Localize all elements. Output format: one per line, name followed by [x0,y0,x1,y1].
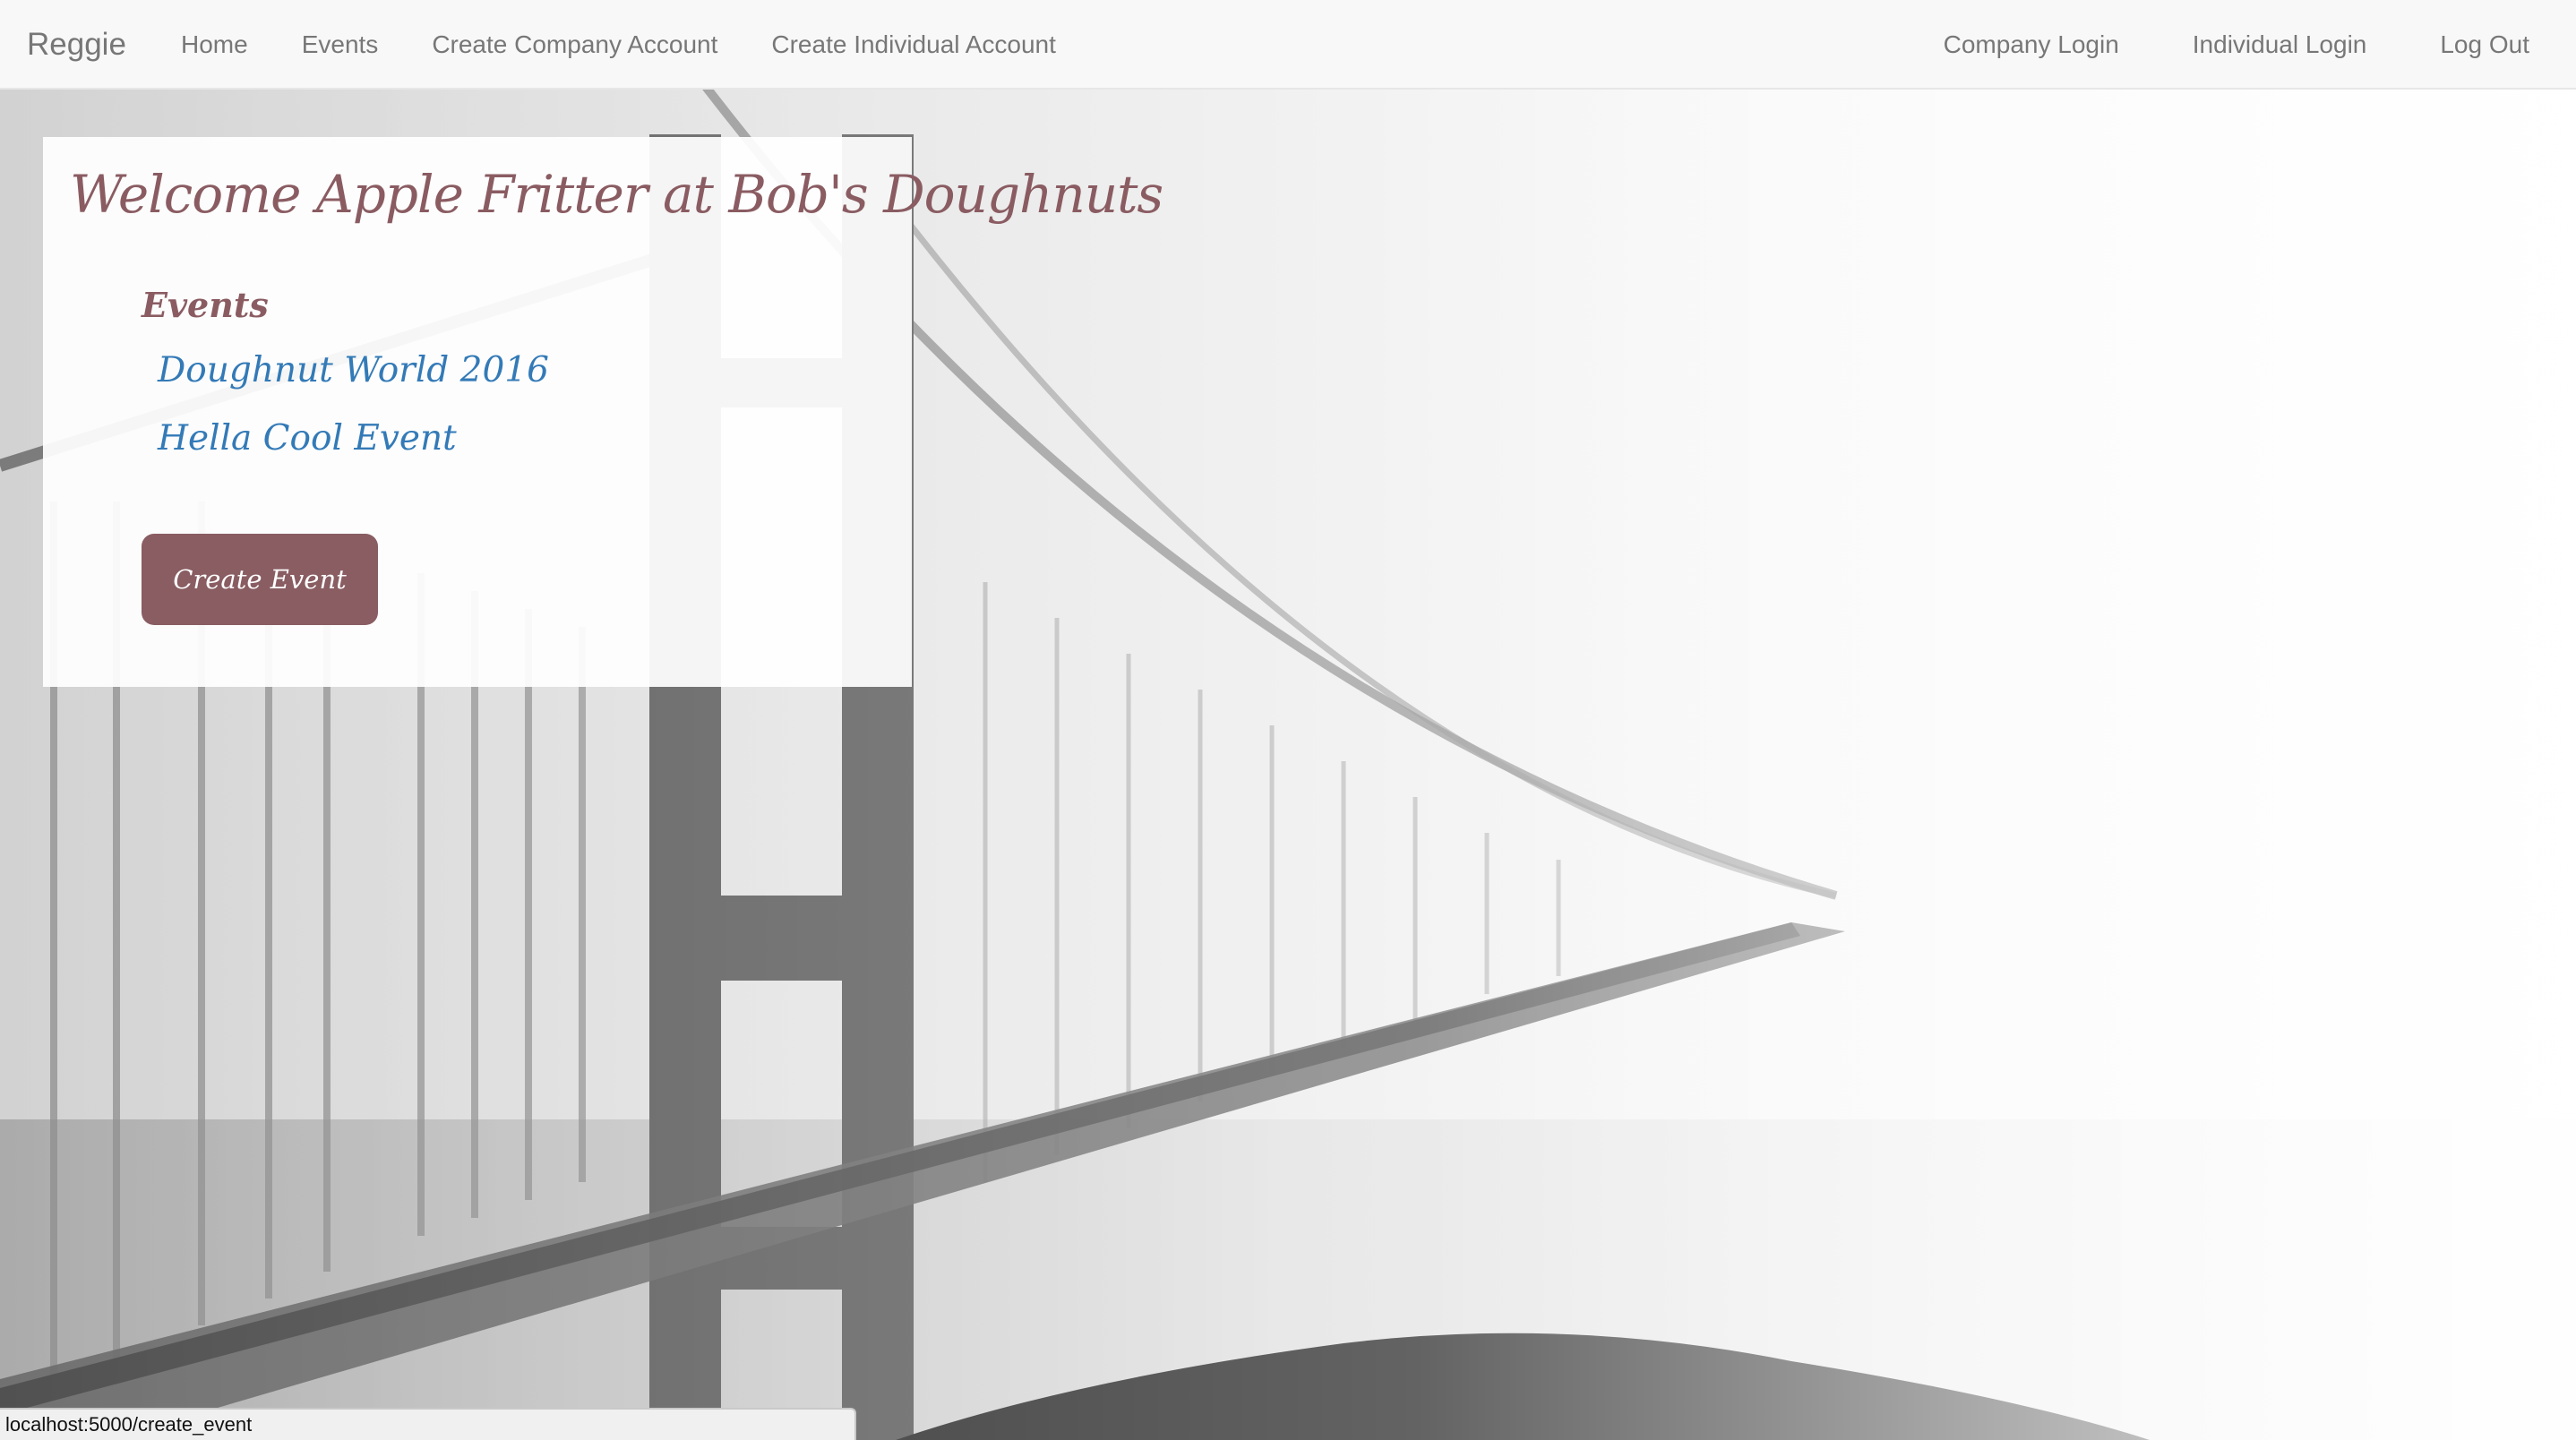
nav-events-link[interactable]: Events [275,0,406,90]
events-heading: Events [142,285,269,325]
list-item: Hella Cool Event [158,418,549,486]
nav-create-individual-account-link[interactable]: Create Individual Account [744,0,1083,90]
nav-right-menu: Company Login Individual Login Log Out [1917,0,2576,90]
top-navbar: Reggie Home Events Create Company Accoun… [0,0,2576,90]
create-event-button[interactable]: Create Event [142,534,378,625]
nav-create-company-account-link[interactable]: Create Company Account [405,0,744,90]
event-link-hella-cool-event[interactable]: Hella Cool Event [158,418,457,459]
nav-home-link[interactable]: Home [154,0,275,90]
brand-logo-link[interactable]: Reggie [27,0,126,90]
event-list: Doughnut World 2016 Hella Cool Event [158,350,549,486]
nav-individual-login-link[interactable]: Individual Login [2166,0,2414,90]
event-link-doughnut-world-2016[interactable]: Doughnut World 2016 [158,350,549,390]
page-title: Welcome Apple Fritter at Bob's Doughnuts [70,164,1163,225]
welcome-panel: Welcome Apple Fritter at Bob's Doughnuts… [43,137,1163,687]
list-item: Doughnut World 2016 [158,350,549,418]
status-bar-url: localhost:5000/create_event [0,1408,856,1440]
nav-left-menu: Home Events Create Company Account Creat… [154,0,1083,90]
nav-company-login-link[interactable]: Company Login [1917,0,2166,90]
nav-log-out-link[interactable]: Log Out [2413,0,2576,90]
